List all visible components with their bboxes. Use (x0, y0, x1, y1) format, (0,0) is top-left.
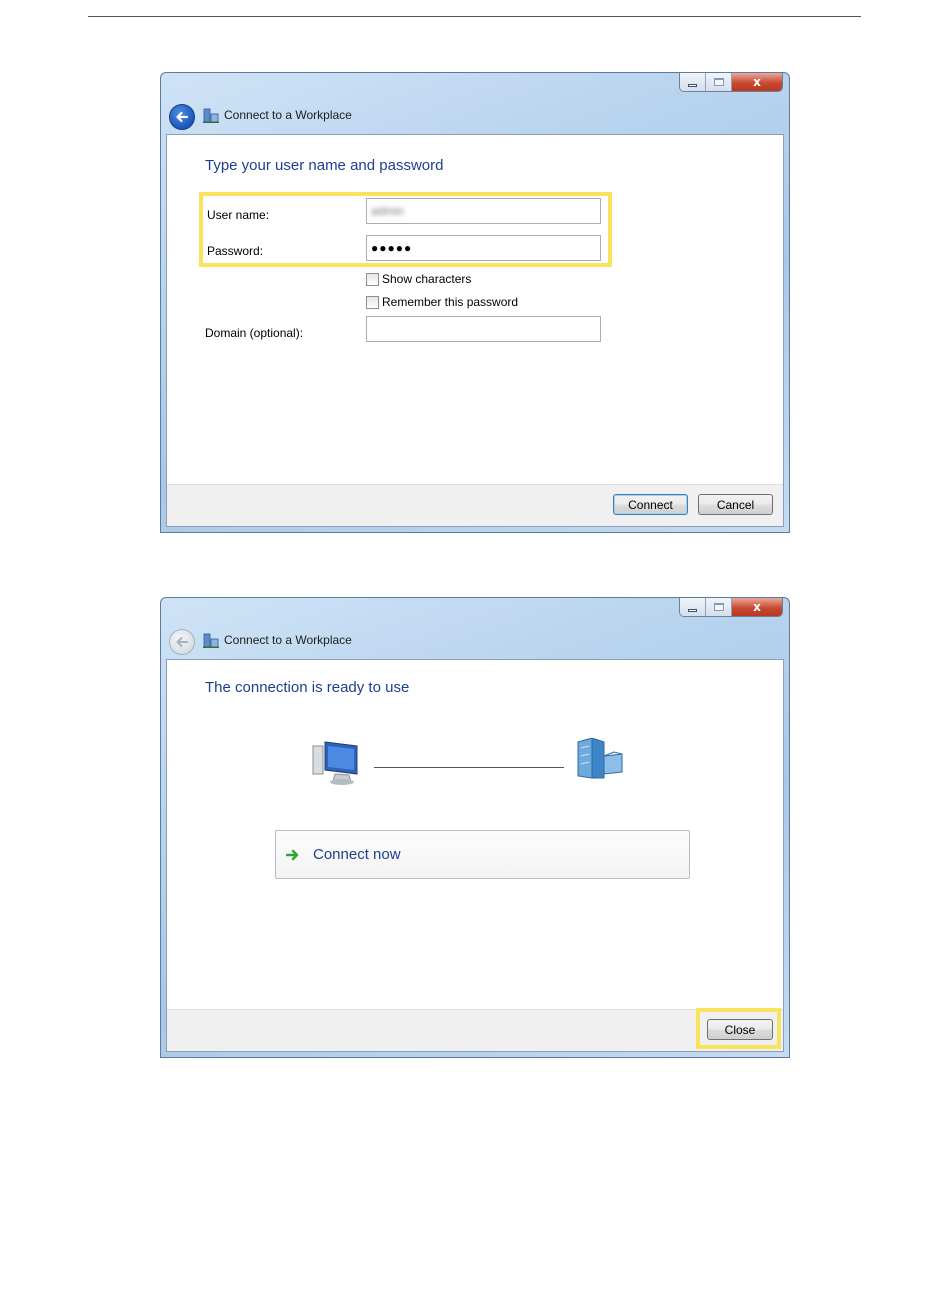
back-arrow-icon (176, 111, 189, 123)
wizard-footer: Connect Cancel (167, 484, 783, 526)
remember-password-checkbox[interactable] (366, 295, 379, 309)
minimize-button[interactable] (680, 73, 707, 91)
show-characters-label: Show characters (382, 272, 472, 286)
minimize-icon (688, 608, 698, 612)
wizard-content: The connection is ready to use Connect n… (166, 659, 784, 1052)
username-label: User name: (207, 208, 270, 222)
remember-password-label: Remember this password (382, 295, 519, 309)
wizard-content: Type your user name and password User na… (166, 134, 784, 527)
username-value: admin (371, 204, 404, 218)
close-window-button[interactable]: x (732, 73, 782, 91)
workplace-icon (203, 108, 219, 123)
connect-now-label: Connect now (313, 846, 401, 863)
maximize-button[interactable] (706, 73, 732, 91)
connection-line (374, 767, 564, 768)
page-heading: Type your user name and password (205, 157, 444, 174)
window-title: Connect to a Workplace (224, 633, 352, 647)
close-icon: x (753, 75, 761, 89)
close-window-button[interactable]: x (732, 598, 782, 616)
password-label: Password: (207, 244, 264, 258)
cancel-button[interactable]: Cancel (698, 494, 773, 515)
window-title: Connect to a Workplace (224, 108, 352, 122)
connect-button[interactable]: Connect (613, 494, 688, 515)
username-input[interactable]: admin (366, 198, 601, 224)
office-building-icon (577, 738, 623, 779)
back-button[interactable] (169, 104, 195, 130)
show-characters-row[interactable]: Show characters (366, 272, 471, 286)
wizard-footer: Close (167, 1008, 783, 1051)
back-arrow-icon (176, 637, 188, 647)
connect-now-button[interactable]: Connect now (275, 830, 690, 879)
domain-label: Domain (optional): (205, 326, 304, 340)
maximize-icon (713, 603, 724, 611)
maximize-button[interactable] (706, 598, 732, 616)
maximize-icon (713, 78, 724, 86)
connect-workplace-window-credentials: x Connect to a Workplace Type your user … (160, 72, 790, 533)
minimize-icon (688, 83, 698, 87)
password-value: ●●●●● (371, 241, 413, 255)
caption-buttons: x (679, 73, 783, 92)
password-input[interactable]: ●●●●● (366, 235, 601, 261)
caption-buttons: x (679, 598, 783, 617)
close-icon: x (753, 600, 761, 614)
remember-password-row[interactable]: Remember this password (366, 295, 518, 309)
back-button[interactable] (169, 629, 195, 655)
computer-icon (312, 741, 358, 785)
show-characters-checkbox[interactable] (366, 272, 379, 286)
page-heading: The connection is ready to use (205, 679, 410, 696)
green-arrow-icon (286, 849, 299, 860)
minimize-button[interactable] (680, 598, 707, 616)
page-top-rule (88, 16, 861, 17)
domain-input[interactable] (366, 316, 601, 342)
connect-workplace-window-ready: x Connect to a Workplace The connection … (160, 597, 790, 1058)
workplace-icon (203, 633, 219, 648)
close-button[interactable]: Close (707, 1019, 773, 1040)
